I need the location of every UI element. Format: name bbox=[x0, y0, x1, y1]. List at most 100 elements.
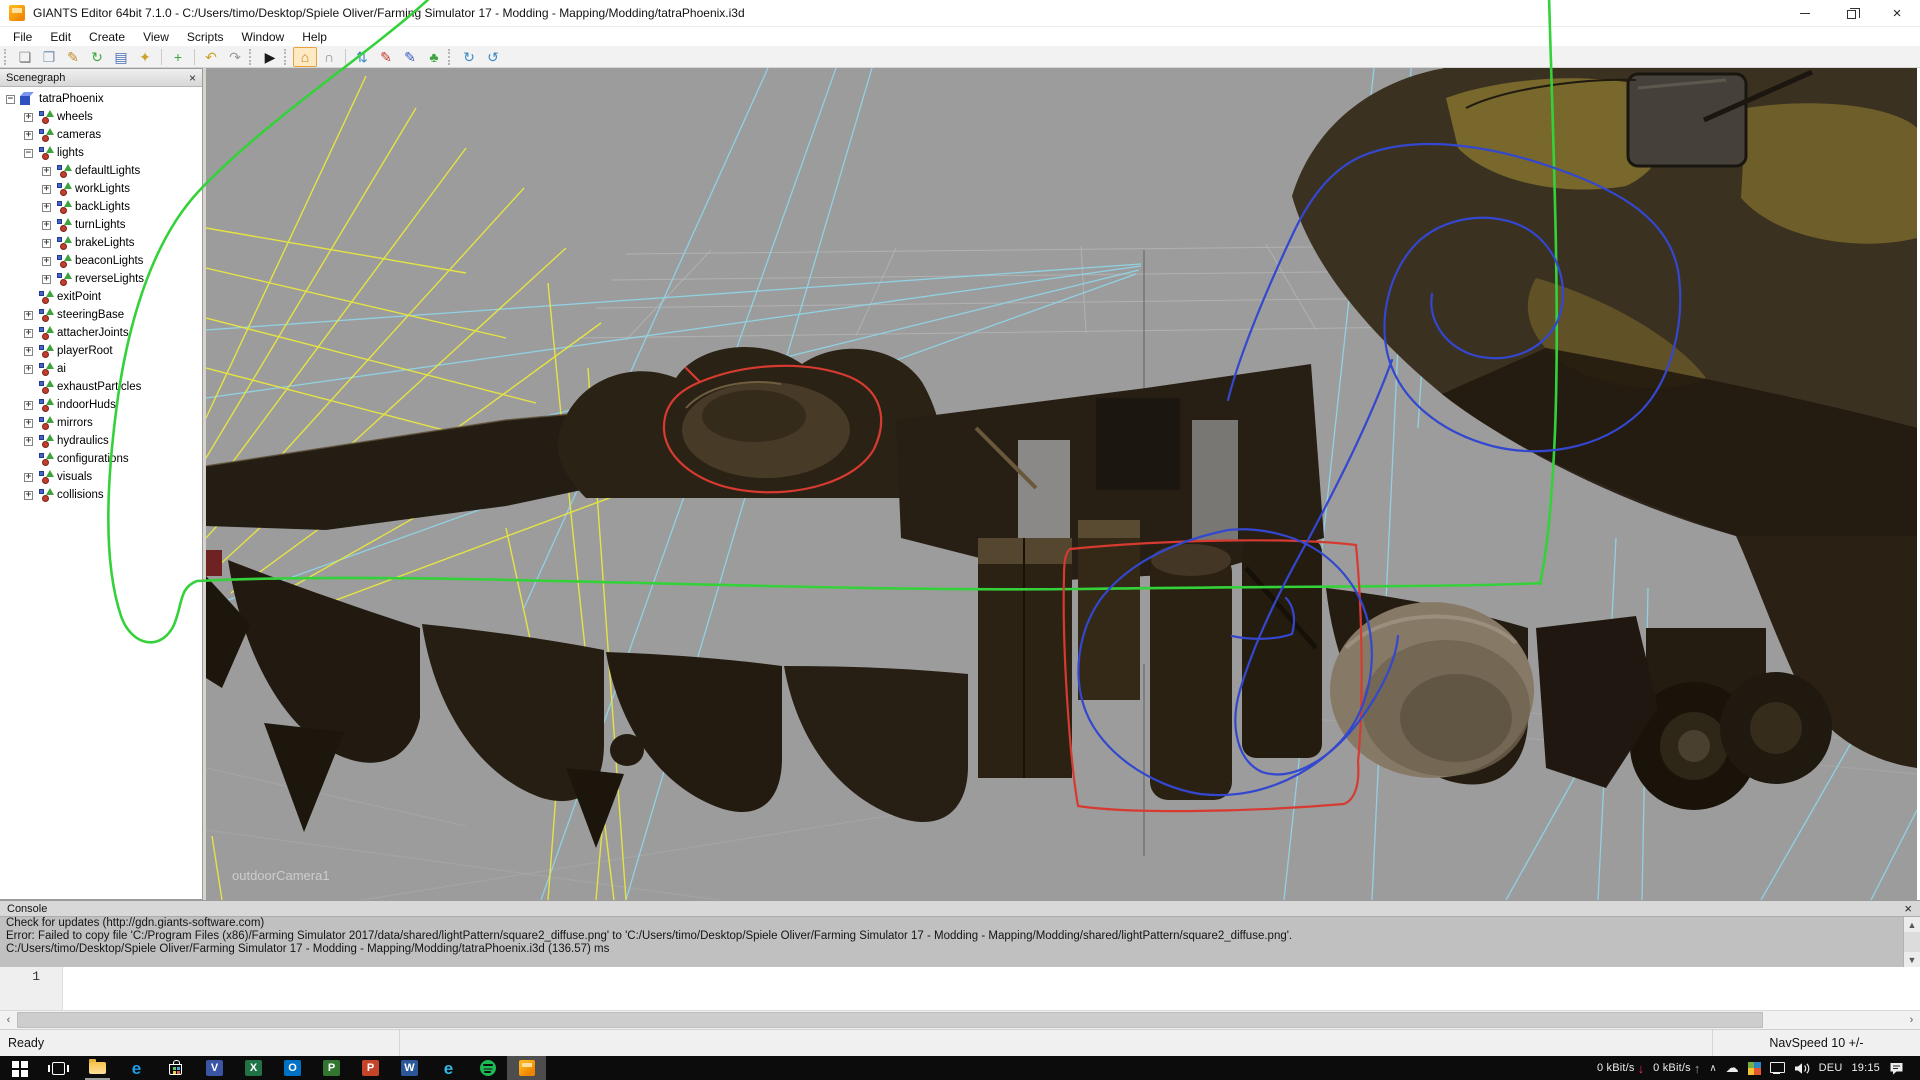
project-app[interactable]: P P bbox=[312, 1056, 351, 1080]
open-file-button[interactable]: ❒ bbox=[37, 47, 61, 67]
console-scrollbar[interactable]: ▲ ▼ bbox=[1903, 917, 1920, 967]
redo-button[interactable]: ↷ bbox=[223, 47, 247, 67]
magnet-tool-button[interactable]: ∩ bbox=[317, 47, 341, 67]
tree-node[interactable]: + hydraulics bbox=[0, 432, 202, 450]
tree-node[interactable]: − lights bbox=[0, 144, 202, 162]
restore-button[interactable] bbox=[1828, 0, 1874, 27]
action-center-icon[interactable] bbox=[1889, 1061, 1904, 1075]
internet-explorer-app[interactable]: e e bbox=[429, 1056, 468, 1080]
tree-node[interactable]: exhaustParticles bbox=[0, 378, 202, 396]
spotify-app[interactable] bbox=[468, 1056, 507, 1080]
tree-node[interactable]: + steeringBase bbox=[0, 306, 202, 324]
terrain-paint-button[interactable]: ✎ bbox=[374, 47, 398, 67]
expander-icon[interactable]: + bbox=[24, 401, 33, 410]
expander-icon[interactable]: + bbox=[24, 491, 33, 500]
scrollbar-thumb[interactable] bbox=[17, 1012, 1763, 1028]
toolbar-grip[interactable] bbox=[249, 49, 256, 65]
toolbar-grip[interactable] bbox=[448, 49, 455, 65]
tree-node[interactable]: + indoorHuds bbox=[0, 396, 202, 414]
save-file-button[interactable]: ▤ bbox=[109, 47, 133, 67]
onedrive-icon[interactable]: ☁ bbox=[1726, 1060, 1739, 1076]
terrain-info-paint-button[interactable]: ✎ bbox=[398, 47, 422, 67]
horizontal-scrollbar[interactable]: ‹ › bbox=[0, 1010, 1920, 1029]
scroll-left-icon[interactable]: ‹ bbox=[0, 1011, 17, 1029]
expander-icon[interactable]: + bbox=[42, 221, 51, 230]
menu-item[interactable]: Edit bbox=[41, 28, 80, 46]
expander-icon[interactable]: + bbox=[24, 365, 33, 374]
scroll-up-icon[interactable]: ▲ bbox=[1904, 917, 1920, 932]
tree-node[interactable]: + attacherJoints bbox=[0, 324, 202, 342]
scroll-right-icon[interactable]: › bbox=[1903, 1011, 1920, 1029]
tree-node[interactable]: + playerRoot bbox=[0, 342, 202, 360]
expander-icon[interactable]: + bbox=[42, 239, 51, 248]
tree-node[interactable]: + cameras bbox=[0, 126, 202, 144]
terrain-foliage-button[interactable]: ♣ bbox=[422, 47, 446, 67]
start-button[interactable] bbox=[0, 1056, 39, 1080]
net-upload-indicator[interactable]: 0 kBit/s ↑ bbox=[1653, 1061, 1700, 1076]
file-explorer-app[interactable] bbox=[78, 1056, 117, 1080]
tree-node[interactable]: − tatraPhoenix bbox=[0, 90, 202, 108]
tree-node[interactable]: configurations bbox=[0, 450, 202, 468]
toolbar-separator[interactable] bbox=[194, 49, 195, 65]
tree-node[interactable]: + backLights bbox=[0, 198, 202, 216]
toolbar-grip[interactable] bbox=[284, 49, 291, 65]
store-app[interactable] bbox=[156, 1056, 195, 1080]
antivirus-icon[interactable] bbox=[1748, 1062, 1761, 1075]
tree-node[interactable]: + wheels bbox=[0, 108, 202, 126]
tree-node[interactable]: + ai bbox=[0, 360, 202, 378]
expander-icon[interactable]: + bbox=[42, 185, 51, 194]
reload-scripts-button[interactable]: ↺ bbox=[481, 47, 505, 67]
minimize-button[interactable] bbox=[1782, 0, 1828, 27]
excel-app[interactable]: X X bbox=[234, 1056, 273, 1080]
script-editor[interactable]: 1 bbox=[0, 967, 1920, 1010]
net-download-indicator[interactable]: 0 kBit/s ↓ bbox=[1597, 1061, 1644, 1076]
tree-node[interactable]: exitPoint bbox=[0, 288, 202, 306]
scenegraph-header[interactable]: Scenegraph × bbox=[0, 69, 202, 87]
viewport-3d[interactable]: outdoorCamera1 bbox=[206, 68, 1917, 900]
reload-file-button[interactable]: ↻ bbox=[85, 47, 109, 67]
undo-button[interactable]: ↶ bbox=[199, 47, 223, 67]
expander-icon[interactable]: + bbox=[24, 311, 33, 320]
reload-shaders-button[interactable]: ↻ bbox=[457, 47, 481, 67]
expander-icon[interactable]: − bbox=[6, 95, 15, 104]
titlebar[interactable]: GIANTS Editor 64bit 7.1.0 - C:/Users/tim… bbox=[0, 0, 1920, 27]
tree-node[interactable]: + defaultLights bbox=[0, 162, 202, 180]
outlook-app[interactable]: O O bbox=[273, 1056, 312, 1080]
tray-expand-icon[interactable]: ∧ bbox=[1709, 1063, 1716, 1074]
console-output[interactable]: Check for updates (http://gdn.giants-sof… bbox=[0, 917, 1920, 967]
giants-editor-app[interactable] bbox=[507, 1056, 546, 1080]
toolbar-separator[interactable] bbox=[161, 49, 162, 65]
terrain-sculpt-button[interactable]: ⇅ bbox=[350, 47, 374, 67]
expander-icon[interactable]: + bbox=[42, 275, 51, 284]
new-file-button[interactable]: ❏ bbox=[13, 47, 37, 67]
expander-icon[interactable]: + bbox=[24, 113, 33, 122]
camera-home-button[interactable]: ⌂ bbox=[293, 47, 317, 67]
network-icon[interactable] bbox=[1770, 1062, 1785, 1074]
add-object-button[interactable]: + bbox=[166, 47, 190, 67]
console-close-icon[interactable]: × bbox=[1901, 903, 1915, 914]
close-button[interactable]: × bbox=[1874, 0, 1920, 27]
export-button[interactable]: ✦ bbox=[133, 47, 157, 67]
expander-icon[interactable]: + bbox=[24, 437, 33, 446]
menu-item[interactable]: Create bbox=[80, 28, 134, 46]
tree-node[interactable]: + workLights bbox=[0, 180, 202, 198]
play-button[interactable]: ▶ bbox=[258, 47, 282, 67]
tree-node[interactable]: + collisions bbox=[0, 486, 202, 504]
scenegraph-close-icon[interactable]: × bbox=[187, 73, 198, 83]
script-editor-button[interactable]: ✎ bbox=[61, 47, 85, 67]
menu-item[interactable]: Help bbox=[293, 28, 336, 46]
expander-icon[interactable]: + bbox=[24, 419, 33, 428]
expander-icon[interactable]: − bbox=[24, 149, 33, 158]
tree-node[interactable]: + turnLights bbox=[0, 216, 202, 234]
menu-item[interactable]: Window bbox=[233, 28, 294, 46]
clock[interactable]: 19:15 bbox=[1851, 1062, 1880, 1074]
menu-item[interactable]: View bbox=[134, 28, 178, 46]
toolbar-grip[interactable] bbox=[4, 49, 11, 65]
tree-node[interactable]: + beaconLights bbox=[0, 252, 202, 270]
scroll-down-icon[interactable]: ▼ bbox=[1904, 952, 1920, 967]
expander-icon[interactable]: + bbox=[42, 257, 51, 266]
task-view-button[interactable] bbox=[39, 1056, 78, 1080]
expander-icon[interactable]: + bbox=[42, 203, 51, 212]
keyboard-language[interactable]: DEU bbox=[1819, 1062, 1843, 1074]
expander-icon[interactable]: + bbox=[24, 131, 33, 140]
